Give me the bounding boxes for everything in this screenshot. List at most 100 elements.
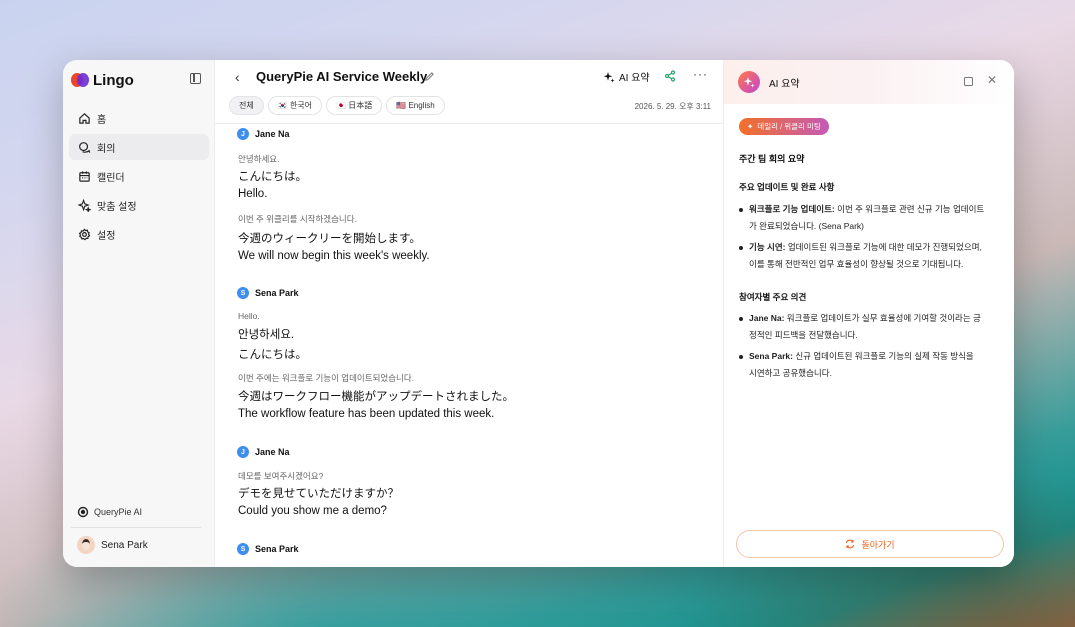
speaker-name: Sena Park — [255, 288, 299, 298]
flag-us-icon: 🇺🇸 — [396, 101, 407, 110]
copy-icon[interactable] — [964, 77, 973, 86]
tab-korean[interactable]: 🇰🇷 한국어 — [267, 96, 323, 115]
bullet-dot — [739, 246, 743, 250]
speaker-avatar: J — [237, 446, 249, 458]
share-icon[interactable] — [664, 70, 676, 82]
bullet-label: 기능 시연: — [749, 242, 786, 252]
transcript-line: こんにちは。 — [238, 171, 307, 183]
sparkle-icon — [77, 198, 91, 212]
speaker-header: S Sena Park — [237, 287, 299, 299]
transcript-line: Could you show me a demo? — [238, 505, 387, 517]
page-title: QueryPie AI Service Weekly — [256, 69, 428, 84]
summary-title: 주간 팀 회의 요약 — [739, 154, 805, 164]
back-to-button[interactable]: 돌아가기 — [736, 530, 1004, 558]
panel-header: AI 요약 ✕ — [724, 60, 1014, 104]
calendar-icon — [77, 169, 91, 183]
sidebar-item-label: 회의 — [97, 143, 116, 155]
logo-icon — [71, 73, 89, 87]
summary-bullet: 워크플로 기능 업데이트: 이번 주 워크플로 관련 신규 기능 업데이트 가 완… — [739, 201, 1009, 235]
tab-label: English — [408, 101, 435, 110]
speaker-name: Sena Park — [255, 544, 299, 554]
bullet-text: 신규 업데이트된 워크플로 기능의 실제 작동 방식을 — [792, 351, 974, 361]
transcript-line: We will now begin this week's weekly. — [238, 250, 430, 262]
tab-english[interactable]: 🇺🇸 English — [386, 96, 445, 115]
sidebar: Lingo 홈 회의 캘린더 맞춤 설정 설정 QueryPie AI Sena… — [63, 60, 215, 567]
sidebar-item-label: 홈 — [97, 114, 107, 126]
bullet-dot — [739, 208, 743, 212]
ai-badge-icon — [738, 71, 760, 93]
bullet-text: 시연하고 공유했습니다. — [749, 368, 832, 378]
logo: Lingo — [71, 70, 207, 90]
close-icon[interactable]: ✕ — [987, 73, 997, 87]
user-name: Sena Park — [101, 539, 148, 551]
transcript-source-line: 이번 주에는 워크플로 기능이 업데이트되었습니다. — [238, 373, 415, 383]
app-name: Lingo — [93, 71, 134, 89]
tab-japanese[interactable]: 🇯🇵 日本語 — [326, 96, 383, 115]
meeting-type-badge: ✦ 데일리 / 위클리 미팅 — [739, 118, 829, 135]
tab-label: 日本語 — [348, 101, 373, 110]
sidebar-item-label: 설정 — [97, 230, 116, 242]
user-profile[interactable]: Sena Park — [77, 536, 148, 554]
speaker-header: J Jane Na — [237, 446, 290, 458]
sidebar-item-label: 캘린더 — [97, 172, 125, 184]
summary-bullet: Jane Na: 워크플로 업데이트가 실무 효율성에 기여할 것이라는 긍정적… — [739, 310, 1009, 344]
main-content: ‹ QueryPie AI Service Weekly AI 요약 ··· 전… — [215, 60, 723, 567]
timestamp: 2026. 5. 29. 오후 3:11 — [634, 102, 711, 111]
back-button[interactable]: ‹ — [235, 69, 249, 85]
sidebar-item-home[interactable]: 홈 — [69, 105, 209, 131]
flag-jp-icon: 🇯🇵 — [336, 101, 346, 110]
speaker-avatar: S — [237, 287, 249, 299]
sparkle-icon: ✦ — [747, 122, 754, 131]
tab-label: 한국어 — [289, 101, 313, 110]
divider — [71, 527, 201, 528]
flag-kr-icon: 🇰🇷 — [277, 101, 288, 110]
tab-all[interactable]: 전체 — [229, 96, 264, 115]
transcript-line: 今週のウィークリーを開始します。 — [238, 233, 421, 245]
sidebar-item-calendar[interactable]: 캘린더 — [69, 163, 209, 189]
app-window: Lingo 홈 회의 캘린더 맞춤 설정 설정 QueryPie AI Sena… — [63, 60, 1014, 567]
sidebar-item-meetings[interactable]: 회의 — [69, 134, 209, 160]
transcript-line: The workflow feature has been updated th… — [238, 408, 495, 420]
section-title: 주요 업데이트 및 완료 사항 — [739, 182, 835, 192]
bullet-text: 이를 통해 전반적인 업무 효율성이 향상될 것으로 기대됩니다. — [749, 259, 964, 269]
bullet-dot — [739, 317, 743, 321]
brand-link[interactable]: QueryPie AI — [77, 506, 142, 518]
bullet-text: 워크플로 업데이트가 실무 효율성에 기여할 것이라는 긍 — [784, 313, 981, 323]
language-tabs: 전체 🇰🇷 한국어 🇯🇵 日本語 🇺🇸 English — [229, 96, 449, 115]
speaker-name: Jane Na — [255, 447, 290, 457]
transcript-source-line: 안녕하세요. — [238, 154, 280, 164]
transcript: J Jane Na 안녕하세요. こんにちは。 Hello. 이번 주 위클리를… — [215, 124, 723, 567]
summary-bullet: Sena Park: 신규 업데이트된 워크플로 기능의 실제 작동 방식을시연… — [739, 348, 1009, 382]
transcript-line: こんにちは。 — [238, 349, 307, 361]
speaker-avatar: J — [237, 128, 249, 140]
panel-title: AI 요약 — [769, 79, 800, 90]
bullet-dot — [739, 355, 743, 359]
transcript-source-line: 데모를 보여주시겠어요? — [238, 471, 324, 481]
transcript-source-line: 이번 주 위클리를 시작하겠습니다. — [238, 214, 357, 224]
speaker-avatar: S — [237, 543, 249, 555]
bullet-text: 가 완료되었습니다. (Sena Park) — [749, 221, 864, 231]
main-header: ‹ QueryPie AI Service Weekly AI 요약 ··· 전… — [215, 60, 723, 124]
sidebar-toggle-icon[interactable] — [190, 73, 201, 84]
summary-bullet: 기능 시연: 업데이트된 워크플로 기능에 대한 데모가 진행되었으며, 이를 통… — [739, 239, 1009, 273]
bullet-label: Jane Na: — [749, 313, 785, 323]
more-icon[interactable]: ··· — [693, 67, 708, 81]
transcript-line: 今週はワークフロー機能がアップデートされました。 — [238, 391, 514, 403]
transcript-line: デモを見せていただけますか？ — [238, 488, 399, 500]
sidebar-item-label: 맞춤 설정 — [97, 201, 137, 213]
bullet-label: Sena Park: — [749, 351, 793, 361]
pencil-icon[interactable] — [424, 71, 435, 82]
back-to-label: 돌아가기 — [861, 539, 895, 550]
querypie-icon — [77, 506, 89, 518]
sidebar-item-customize[interactable]: 맞춤 설정 — [69, 192, 209, 218]
sidebar-item-settings[interactable]: 설정 — [69, 221, 209, 247]
avatar — [77, 536, 95, 554]
brand-label: QueryPie AI — [94, 507, 143, 517]
bullet-text: 정적인 피드백을 전달했습니다. — [749, 330, 858, 340]
sparkle-icon — [603, 71, 615, 82]
ai-summary-button[interactable]: AI 요약 — [603, 69, 650, 84]
bullet-text: 이번 주 워크플로 관련 신규 기능 업데이트 — [834, 204, 985, 214]
transcript-line: Hello. — [238, 188, 268, 200]
speaker-header: S Sena Park — [237, 543, 299, 555]
home-icon — [77, 111, 91, 125]
